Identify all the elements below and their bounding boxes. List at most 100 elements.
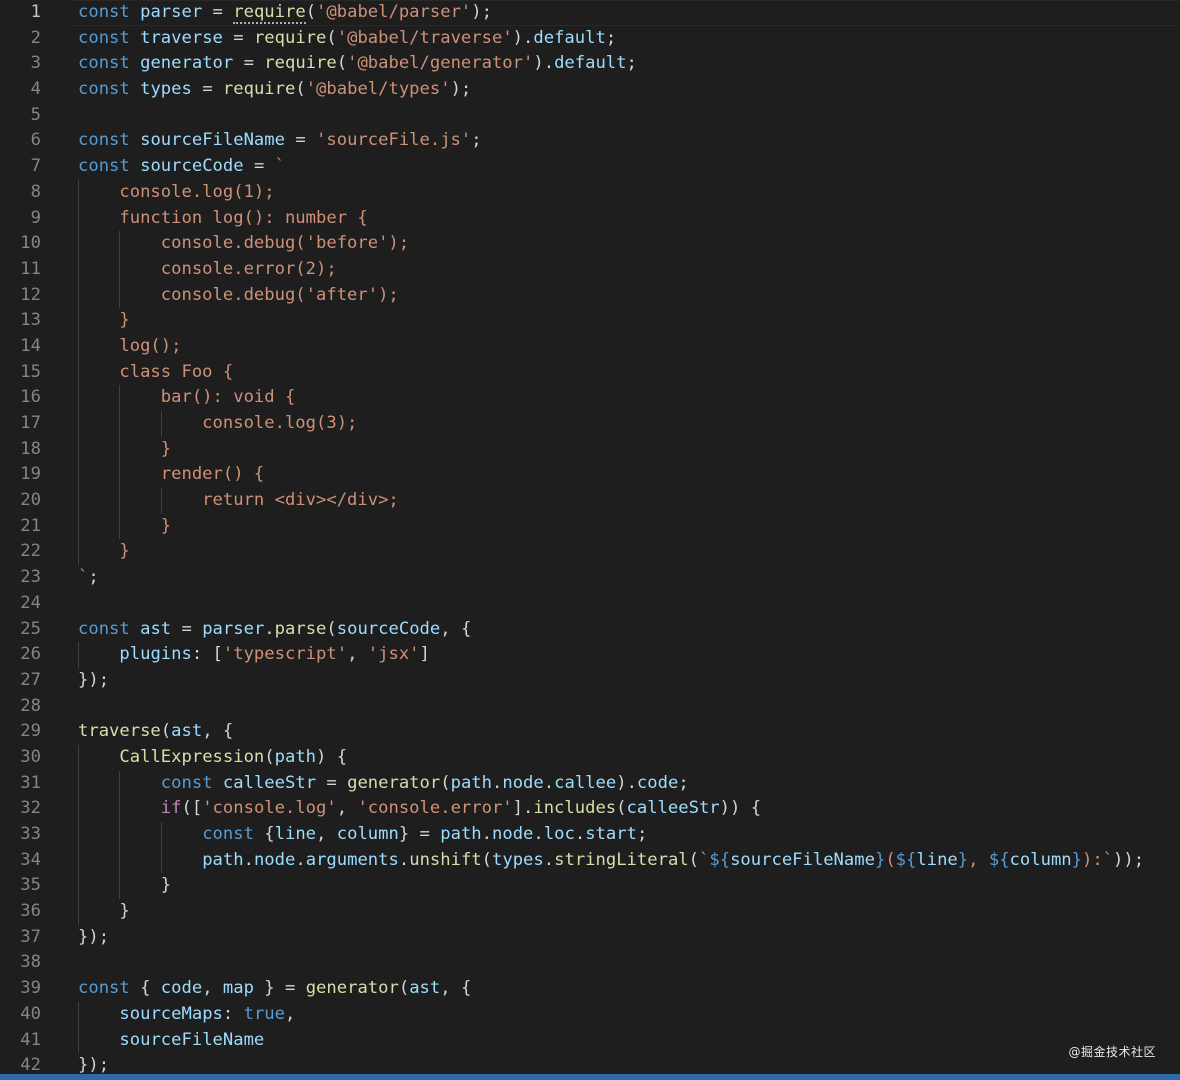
code-line[interactable]: 36 } <box>0 899 1180 925</box>
code-token: true <box>243 1003 285 1024</box>
code-token: 'typescript' <box>222 644 348 665</box>
code-text: } <box>78 539 129 565</box>
code-token: path <box>274 746 317 767</box>
code-token: ( <box>481 849 493 870</box>
code-line[interactable]: 34 path.node.arguments.unshift(types.str… <box>0 847 1180 874</box>
code-line[interactable]: 30 CallExpression(path) { <box>0 744 1180 771</box>
code-token: = <box>233 53 265 74</box>
code-line[interactable]: 37}); <box>0 925 1180 951</box>
code-token: '@babel/parser' <box>316 2 472 22</box>
code-text: }); <box>78 668 109 694</box>
code-token: sourceMaps <box>119 1003 223 1024</box>
code-token: unshift <box>409 849 482 870</box>
code-line[interactable]: 29 traverse(ast, { <box>0 719 1180 745</box>
code-token: . <box>492 772 503 793</box>
code-token: ] <box>419 644 430 665</box>
code-token: } = <box>253 978 306 999</box>
code-line[interactable]: 5 <box>0 103 1180 129</box>
line-number: 22 <box>20 541 41 562</box>
code-token: = <box>202 2 234 22</box>
code-line[interactable]: 38 <box>0 950 1180 976</box>
code-token: ; <box>626 53 637 74</box>
code-line[interactable]: 3 const generator = require('@babel/gener… <box>0 51 1180 77</box>
code-token: column <box>336 824 399 844</box>
code-line[interactable]: 1 const parser = require('@babel/parser')… <box>0 0 1180 26</box>
code-token: ). <box>533 53 555 74</box>
code-line[interactable]: 40 sourceMaps: true, <box>0 1001 1180 1028</box>
code-token: , { <box>440 978 472 999</box>
code-token: ; <box>471 130 482 151</box>
code-line[interactable]: 2 const traverse = require('@babel/traver… <box>0 26 1180 52</box>
line-number: 13 <box>20 310 41 331</box>
code-token: ( <box>885 849 896 870</box>
code-token: console.log(1); <box>78 181 275 202</box>
code-line[interactable]: 27}); <box>0 668 1180 694</box>
code-line[interactable]: 14 log(); <box>0 333 1180 360</box>
code-token: generator <box>140 53 234 74</box>
code-line[interactable]: 18 } <box>0 436 1180 463</box>
code-line[interactable]: 41 sourceFileName <box>0 1027 1180 1054</box>
code-line[interactable]: 4 const types = require('@babel/types'); <box>0 77 1180 103</box>
code-token: } = <box>398 824 441 844</box>
code-line[interactable]: 32 if(['console.log', 'console.error'].i… <box>0 796 1180 822</box>
code-token: ${ <box>895 849 917 870</box>
code-line[interactable]: 28 <box>0 694 1180 720</box>
code-text: } <box>78 308 130 334</box>
line-number: 38 <box>20 952 41 973</box>
code-line[interactable]: 9 function log(): number { <box>0 205 1180 232</box>
code-token: const <box>78 978 130 999</box>
line-number: 36 <box>20 901 41 922</box>
code-token: includes <box>533 798 617 819</box>
code-line[interactable]: 15 class Foo { <box>0 359 1180 386</box>
code-token: types <box>492 849 544 870</box>
code-token: default <box>554 53 627 74</box>
code-token: ( <box>616 798 627 819</box>
code-token: console.error(2); <box>78 258 337 279</box>
code-line[interactable]: 39 const { code, map } = generator(ast, { <box>0 976 1180 1002</box>
code-line[interactable]: 21 } <box>0 513 1180 540</box>
code-token: sourceFileName <box>119 1029 265 1050</box>
code-token: . <box>574 824 586 844</box>
code-token: , { <box>440 618 472 639</box>
code-token: traverse <box>140 27 223 48</box>
code-token: 'console.log' <box>202 798 337 819</box>
code-line[interactable]: 35 } <box>0 873 1180 900</box>
code-line[interactable]: 16 bar(): void { <box>0 385 1180 411</box>
code-line[interactable]: 7 const sourceCode = ` <box>0 154 1180 180</box>
code-line[interactable]: 26 plugins: ['typescript', 'jsx'] <box>0 642 1180 668</box>
code-token: . <box>533 824 544 844</box>
code-line[interactable]: 8 console.log(1); <box>0 179 1180 206</box>
code-token: ([ <box>181 798 203 819</box>
code-line[interactable]: 10 console.debug('before'); <box>0 231 1180 257</box>
code-line[interactable]: 17 console.log(3); <box>0 411 1180 437</box>
code-editor[interactable]: 1 const parser = require('@babel/parser')… <box>0 0 1180 1080</box>
code-line[interactable]: 12 console.debug('after'); <box>0 282 1180 309</box>
code-line[interactable]: 20 return <div></div>; <box>0 488 1180 514</box>
code-line[interactable]: 23 `; <box>0 565 1180 591</box>
code-lines[interactable]: 1 const parser = require('@babel/parser')… <box>0 0 1180 1079</box>
code-line[interactable]: 19 render() { <box>0 462 1180 489</box>
code-token: }); <box>78 926 110 947</box>
code-token: } <box>78 310 130 331</box>
code-token: console.debug('after'); <box>78 284 399 305</box>
code-token: generator <box>347 772 441 793</box>
code-token: = <box>171 618 203 639</box>
code-line[interactable]: 25 const ast = parser.parse(sourceCode, { <box>0 617 1180 643</box>
code-line[interactable]: 31 const calleeStr = generator(path.node… <box>0 770 1180 797</box>
code-line[interactable]: 24 <box>0 591 1180 617</box>
code-token: ). <box>616 772 637 793</box>
code-token: '@babel/traverse' <box>336 27 513 48</box>
code-line[interactable]: 13 } <box>0 308 1180 334</box>
code-text: class Foo { <box>78 360 233 386</box>
code-token: ast <box>140 618 172 639</box>
code-line[interactable]: 6 const sourceFileName = 'sourceFile.js'; <box>0 128 1180 154</box>
code-text: console.debug('after'); <box>78 283 399 309</box>
code-line[interactable]: 33 const {line, column} = path.node.loc.… <box>0 822 1180 848</box>
code-token: parser <box>202 618 265 639</box>
code-line[interactable]: 22 } <box>0 539 1180 566</box>
code-line[interactable]: 11 console.error(2); <box>0 256 1180 283</box>
code-token: . <box>398 849 410 870</box>
